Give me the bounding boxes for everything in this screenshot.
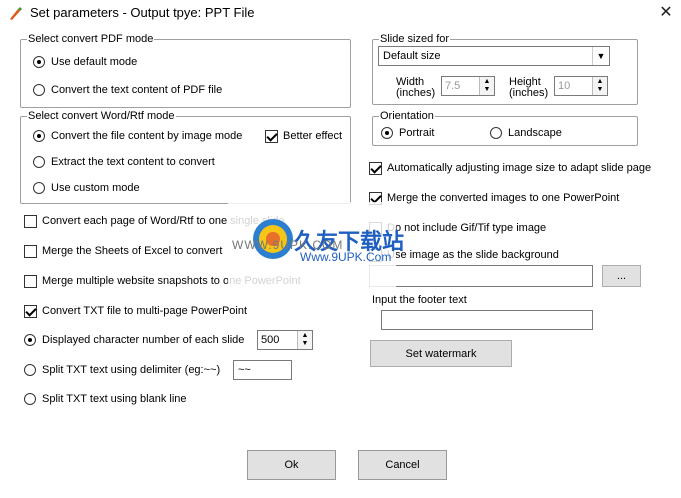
width-stepper[interactable]: 7.5 ▲ ▼ [441,76,495,96]
radio-icon [33,84,45,96]
char-count-value: 500 [261,334,280,346]
checkbox-icon [369,191,382,205]
pdf-default-mode-radio[interactable]: Use default mode [33,55,137,69]
chevron-down-icon[interactable]: ▼ [592,47,609,65]
watermark-button[interactable]: Set watermark [370,340,512,367]
word-custom-mode-radio[interactable]: Use custom mode [33,181,140,195]
radio-icon [33,156,45,168]
slide-size-select[interactable]: Default size ▼ [378,46,610,66]
orientation-legend: Orientation [380,110,434,122]
word-image-mode-radio[interactable]: Convert the file content by image mode [33,129,242,143]
height-value: 10 [558,80,571,92]
word-mode-legend: Select convert Word/Rtf mode [28,110,175,122]
blank-line-radio[interactable]: Split TXT text using blank line [24,392,187,406]
portrait-radio[interactable]: Portrait [381,126,434,140]
gif-tif-label: Do not include Gif/Tif type image [387,222,547,234]
footer-input[interactable] [381,310,593,330]
spin-arrows-icon[interactable]: ▲ ▼ [592,77,607,95]
pdf-text-content-radio[interactable]: Convert the text content of PDF file [33,83,222,97]
spin-arrows-icon[interactable]: ▲ ▼ [297,331,312,349]
radio-icon [24,364,36,376]
radio-icon [24,393,36,405]
slide-size-legend: Slide sized for [380,33,450,45]
portrait-label: Portrait [399,127,435,139]
ok-button[interactable]: Ok [247,450,336,480]
radio-icon [33,182,45,194]
height-label: Height (inches) [509,76,549,99]
merge-images-label: Merge the converted images to one PowerP… [387,192,620,204]
word-custom-mode-label: Use custom mode [51,182,140,194]
radio-icon [33,130,45,142]
merge-sheets-label: Merge the Sheets of Excel to convert [42,245,223,257]
checkbox-icon [24,244,37,258]
pdf-default-mode-label: Use default mode [51,56,138,68]
delimiter-radio[interactable]: Split TXT text using delimiter (eg:~~) [24,363,220,377]
landscape-label: Landscape [508,127,562,139]
browse-button[interactable]: ... [602,265,641,287]
pdf-text-content-label: Convert the text content of PDF file [51,84,223,96]
each-page-label: Convert each page of Word/Rtf to one sin… [42,215,285,227]
gif-tif-checkbox[interactable]: Do not include Gif/Tif type image [369,221,546,235]
bg-image-checkbox[interactable]: Use image as the slide background [369,248,559,262]
checkbox-icon [24,214,37,228]
height-stepper[interactable]: 10 ▲ ▼ [554,76,608,96]
pdf-mode-legend: Select convert PDF mode [28,33,154,45]
spin-arrows-icon[interactable]: ▲ ▼ [479,77,494,95]
cancel-button[interactable]: Cancel [358,450,447,480]
checkbox-icon [24,274,37,288]
char-count-label: Displayed character number of each slide [42,334,245,346]
auto-adjust-label: Automatically adjusting image size to ad… [387,162,652,174]
txt-multi-page-label: Convert TXT file to multi-page PowerPoin… [42,305,248,317]
radio-icon [381,127,393,139]
checkbox-icon [265,129,278,143]
close-button[interactable]: ✕ [652,2,680,24]
checkbox-icon [24,304,37,318]
txt-multi-page-checkbox[interactable]: Convert TXT file to multi-page PowerPoin… [24,304,247,318]
delimiter-label: Split TXT text using delimiter (eg:~~) [42,364,221,376]
char-count-radio[interactable]: Displayed character number of each slide [24,333,244,347]
word-extract-text-label: Extract the text content to convert [51,156,215,168]
radio-icon [24,334,36,346]
word-image-mode-label: Convert the file content by image mode [51,130,243,142]
each-page-checkbox[interactable]: Convert each page of Word/Rtf to one sin… [24,214,285,228]
merge-snapshots-label: Merge multiple website snapshots to one … [42,275,301,287]
delimiter-input[interactable]: ~~ [233,360,292,380]
app-icon [8,5,24,21]
footer-label: Input the footer text [372,294,467,306]
watermark-url-text: WWW.9UPK.COM [232,238,344,252]
checkbox-icon [369,221,382,235]
char-count-stepper[interactable]: 500 ▲ ▼ [257,330,313,350]
radio-icon [33,56,45,68]
radio-icon [490,127,502,139]
merge-images-checkbox[interactable]: Merge the converted images to one PowerP… [369,191,619,205]
window-title: Set parameters - Output tpye: PPT File [30,5,255,20]
blank-line-label: Split TXT text using blank line [42,393,187,405]
checkbox-icon [369,161,382,175]
merge-snapshots-checkbox[interactable]: Merge multiple website snapshots to one … [24,274,301,288]
bg-image-label: Use image as the slide background [387,249,559,261]
auto-adjust-checkbox[interactable]: Automatically adjusting image size to ad… [369,161,651,175]
merge-sheets-checkbox[interactable]: Merge the Sheets of Excel to convert [24,244,222,258]
width-label: Width (inches) [396,76,436,99]
checkbox-icon [369,248,382,262]
word-extract-text-radio[interactable]: Extract the text content to convert [33,155,215,169]
slide-size-value: Default size [383,50,441,62]
width-value: 7.5 [445,80,461,92]
better-effect-checkbox[interactable]: Better effect [265,129,342,143]
landscape-radio[interactable]: Landscape [490,126,562,140]
better-effect-label: Better effect [283,130,343,142]
bg-image-path-input[interactable] [369,265,593,287]
